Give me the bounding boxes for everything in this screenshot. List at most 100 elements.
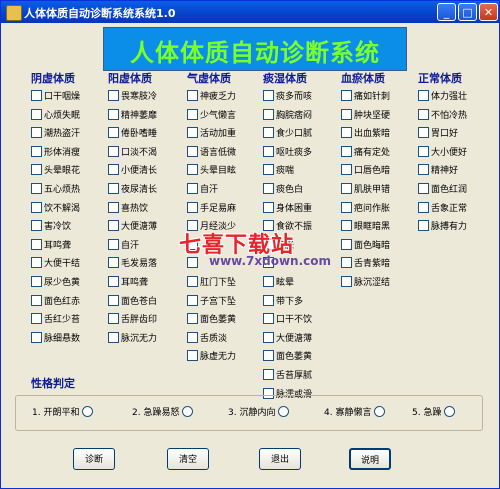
checkbox-box[interactable] [31,276,42,287]
checkbox-box[interactable] [108,220,119,232]
checkbox-box[interactable] [187,108,198,120]
minimize-button[interactable]: _ [437,3,456,21]
personality-radio[interactable]: 1. 开朗平和 [32,405,94,418]
checkbox-box[interactable] [263,90,274,101]
checkbox-box[interactable] [187,201,198,213]
checkbox-box[interactable] [341,145,352,157]
checkbox-box[interactable] [31,313,42,325]
checkbox-label: 潮热盗汗 [44,129,81,140]
checkbox-label: 眼眶暗黑 [354,222,391,233]
checkbox-box[interactable] [187,145,198,157]
checkbox-box[interactable] [187,90,198,101]
checkbox-box[interactable] [187,331,198,343]
checkbox-box[interactable] [108,313,119,325]
checkbox-box[interactable] [31,331,42,343]
checkbox-box[interactable] [108,257,119,269]
checkbox-box[interactable] [418,145,429,157]
checkbox-box[interactable] [31,220,42,232]
radio-circle[interactable] [278,406,290,417]
checkbox-box[interactable] [263,164,274,176]
checkbox-box[interactable] [31,238,42,250]
checkbox-box[interactable] [31,108,42,120]
checkbox-label: 舌象正常 [431,203,468,214]
checkbox-label: 毛发易落 [121,259,158,270]
exit-button[interactable]: 退出 [259,448,301,470]
checkbox-label: 口干不饮 [276,315,313,326]
checkbox-box[interactable] [263,183,274,194]
maximize-button[interactable]: □ [458,3,477,21]
checkbox-box[interactable] [418,108,429,120]
checkbox-label: 痛如针刺 [354,92,391,102]
checkbox-box[interactable] [341,276,352,287]
checkbox-box[interactable] [31,127,42,139]
personality-radio[interactable]: 3. 沉静内向 [228,405,290,418]
checkbox-box[interactable] [418,164,429,176]
checkbox-box[interactable] [187,127,198,139]
checkbox-box[interactable] [263,145,274,157]
checkbox-box[interactable] [341,257,352,269]
checkbox-box[interactable] [187,313,198,325]
diagnose-button[interactable]: 诊断 [73,448,115,470]
checkbox-box[interactable] [341,183,352,194]
checkbox-box[interactable] [108,294,119,306]
title-bar[interactable]: 人体体质自动诊断系统系统1.0 _ □ ✕ [1,1,499,23]
checkbox-box[interactable] [108,331,119,343]
checkbox-box[interactable] [263,369,274,380]
checkbox-box[interactable] [108,108,119,120]
checkbox-box[interactable] [108,127,119,139]
checkbox-box[interactable] [31,257,42,269]
radio-circle[interactable] [374,406,386,417]
personality-radio[interactable]: 5. 急躁 [412,405,456,418]
checkbox-box[interactable] [263,350,274,362]
checkbox-box[interactable] [187,276,198,287]
checkbox-box[interactable] [31,145,42,157]
checkbox-box[interactable] [108,145,119,157]
checkbox-box[interactable] [263,201,274,213]
checkbox-box[interactable] [341,164,352,176]
checkbox-box[interactable] [187,294,198,306]
checkbox-box[interactable] [187,257,198,269]
checkbox-box[interactable] [108,276,119,287]
clear-button[interactable]: 清空 [167,448,209,470]
checkbox-box[interactable] [418,127,429,139]
checkbox-box[interactable] [418,90,429,101]
checkbox-label: 耳鸣聋 [121,278,149,288]
checkbox-box[interactable] [341,108,352,120]
checkbox-box[interactable] [263,127,274,139]
checkbox-box[interactable] [31,294,42,306]
checkbox-box[interactable] [31,201,42,213]
checkbox-box[interactable] [341,220,352,232]
checkbox-box[interactable] [341,127,352,139]
checkbox-box[interactable] [418,183,429,194]
checkbox-box[interactable] [263,108,274,120]
checkbox-box[interactable] [341,90,352,101]
checkbox-box[interactable] [108,164,119,176]
checkbox-box[interactable] [187,164,198,176]
checkbox-box[interactable] [108,201,119,213]
checkbox-box[interactable] [418,220,429,232]
checkbox-box[interactable] [108,90,119,101]
checkbox-box[interactable] [187,350,198,362]
checkbox-box[interactable] [31,183,42,194]
checkbox-label: 舌苔厚腻 [276,371,313,381]
personality-radio[interactable]: 2. 急躁易怒 [132,405,194,418]
radio-circle[interactable] [182,406,194,417]
checkbox-box[interactable] [31,90,42,101]
checkbox-box[interactable] [263,313,274,325]
close-button[interactable]: ✕ [479,3,498,21]
radio-circle[interactable] [82,406,94,417]
checkbox-box[interactable] [108,238,119,250]
checkbox-box[interactable] [263,294,274,306]
checkbox-box[interactable] [187,183,198,194]
personality-radio[interactable]: 4. 寡静懒言 [324,405,386,418]
checkbox-box[interactable] [341,238,352,250]
checkbox-box[interactable] [108,183,119,194]
checkbox-label: 痰多而咳 [276,92,313,102]
checkbox-box[interactable] [31,164,42,176]
checkbox-box[interactable] [263,276,274,287]
help-button[interactable]: 说明 [349,448,391,470]
radio-circle[interactable] [444,406,456,417]
checkbox-box[interactable] [341,201,352,213]
checkbox-box[interactable] [263,331,274,343]
checkbox-box[interactable] [418,201,429,213]
